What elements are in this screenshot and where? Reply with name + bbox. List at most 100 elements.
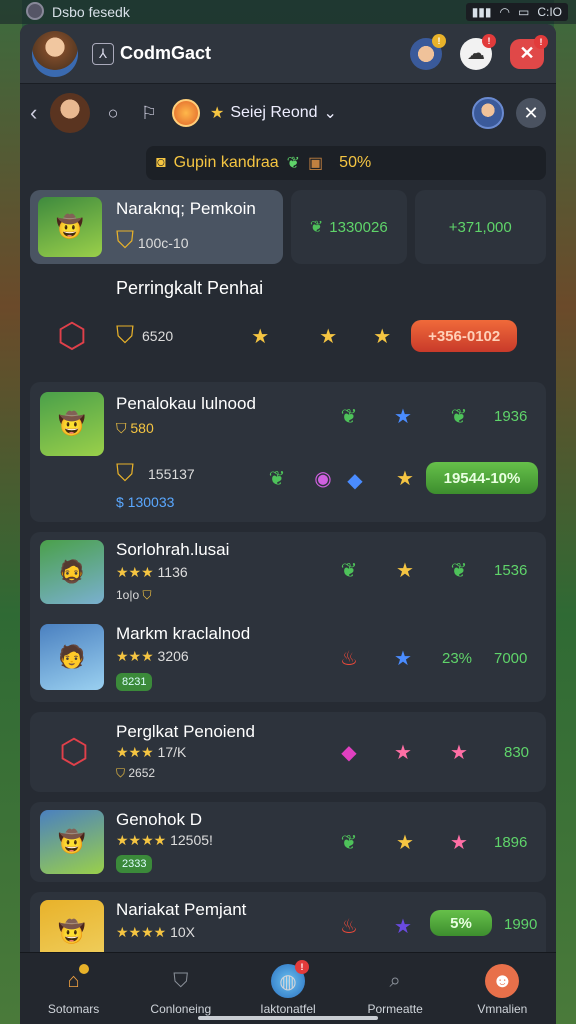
header: ⅄ CodmGact ! ☁ ! ✕ ! <box>20 24 556 84</box>
player-stars: ★★★★ 10X <box>116 924 196 940</box>
nav-item-profile[interactable]: ☻ Vmnalien <box>452 964 552 1016</box>
sub-toolbar: ‹ ○ ⚐ ★ Seiej Reond ⌄ ✕ <box>20 84 556 142</box>
leaf-icon: ❦ <box>309 219 324 236</box>
star-icon: ★ <box>394 742 412 764</box>
star-icon: ★ <box>450 742 468 764</box>
rank-section: Perringkalt Penhai ⬡ ⛉ 6520 ★ ★ ★ +356-0… <box>30 264 546 372</box>
app-title: CodmGact <box>120 43 212 63</box>
fire-icon: ♨ <box>340 648 358 670</box>
status-bar: Dsbo fesedk ▮▮▮ ◠ ▭ C:IO <box>0 0 576 24</box>
star-icon: ★ <box>394 406 412 428</box>
player-avatar: 🤠 <box>40 810 104 874</box>
status-app-icon <box>26 2 44 20</box>
top-player-avatar: 🤠 <box>38 197 102 257</box>
wifi-icon: ◠ <box>499 5 510 19</box>
promo-label: Gupin kandraa <box>173 154 279 171</box>
top-stat-card-2: +371,000 <box>414 190 546 264</box>
player-avatar[interactable]: 🧔 <box>40 540 104 604</box>
nav-item-home[interactable]: ⌂ Sotomars <box>24 964 124 1016</box>
rank-reward-pill[interactable]: +356-0102 <box>411 320 518 352</box>
chest-icon: ▣ <box>308 155 324 172</box>
star-icon: ★ <box>210 105 225 122</box>
close-panel-button[interactable]: ✕ <box>516 98 546 128</box>
player-secondary: 1o|o ⛉ <box>116 588 152 602</box>
nav-label: Iaktonatfel <box>260 1002 316 1016</box>
leaf-icon: ❦ <box>450 406 468 428</box>
flag-icon[interactable]: ⚐ <box>136 100 162 126</box>
player-value: 7000 <box>494 650 528 667</box>
nav-label: Sotomars <box>47 1002 100 1016</box>
player-percent-pill: 5% <box>430 910 492 936</box>
subbar-avatar[interactable] <box>50 93 90 133</box>
leaf-icon: ❦ <box>340 406 358 428</box>
search-icon: ⌕ <box>389 969 401 992</box>
nav-item-search[interactable]: ⌕ Pormeatte <box>345 964 445 1017</box>
player-avatar: 🤠 <box>40 392 104 456</box>
status-icons: ▮▮▮ ◠ ▭ C:IO <box>465 3 568 21</box>
profile-icon: ☻ <box>485 964 520 998</box>
star-icon: ★ <box>373 325 392 348</box>
friends-button[interactable]: ! <box>410 33 446 70</box>
nav-label: Vmnalien <box>477 1002 528 1016</box>
player-card[interactable]: 🤠 Genohok D ★★★★ 12505! 2333 ❦ ★ ★ 1896 <box>30 802 546 882</box>
player-name: Genohok D <box>116 810 202 829</box>
top-player-card[interactable]: 🤠 Naraknq; Pemkoin ⛉ 100c-10 <box>30 190 284 264</box>
player-name: Perglkat Penoiend <box>116 722 255 741</box>
star-icon: ★ <box>396 468 414 490</box>
candy-icon: ◉ <box>314 468 332 490</box>
refresh-icon[interactable]: ○ <box>100 100 126 126</box>
chevron-down-icon: ⌄ <box>323 105 337 122</box>
player-badge: 8231 <box>116 672 153 691</box>
top-stat-card-1: ❦ 1330026 <box>291 190 407 264</box>
star-icon: ★ <box>450 832 468 854</box>
opponent-avatar[interactable] <box>472 97 504 129</box>
star-icon: ★ <box>319 325 338 348</box>
shield-icon: ⛉ <box>173 969 189 992</box>
season-label: Seiej Reond <box>230 104 318 121</box>
rank-emblem-icon: ⬡ <box>59 733 89 771</box>
home-indicator[interactable] <box>198 1016 378 1020</box>
player-avatar[interactable] <box>32 30 78 77</box>
friends-badge: ! <box>432 33 446 48</box>
shield-icon: ⛉ <box>116 322 134 349</box>
player-avatar[interactable]: 🧑 <box>40 624 104 690</box>
close-button[interactable]: ✕ ! <box>510 34 548 69</box>
back-arrow-icon[interactable]: ‹ <box>30 100 46 126</box>
nav-item-shield[interactable]: ⛉ Conloneing <box>131 964 231 1017</box>
player-name: Penalokau lulnood <box>116 394 256 413</box>
nav-label: Conloneing <box>150 1002 212 1016</box>
player-card-group: 🧔 Sorlohrah.lusai ★★★ 1136 1o|o ⛉ ❦ ★ ❦ … <box>30 532 546 702</box>
player-percent: 23% <box>442 650 473 667</box>
player-secondary: ⛉ 2652 <box>116 766 156 780</box>
bottom-nav: ⌂ Sotomars ⛉ Conloneing ◍! Iaktonatfel ⌕… <box>20 952 556 1024</box>
star-icon: ★ <box>394 916 412 938</box>
top-player-score: 100c-10 <box>137 235 189 251</box>
star-icon: ★ <box>251 325 270 348</box>
leaf-icon: ❦ <box>286 155 301 172</box>
star-icon: ★ <box>396 832 414 854</box>
player-value: 1936 <box>494 408 528 425</box>
player-card[interactable]: ⬡ Perglkat Penoiend ★★★ 17/K ⛉ 2652 ◆ ★ … <box>30 712 546 792</box>
rank-score: 6520 <box>142 328 174 344</box>
top-player-name: Naraknq; Pemkoin <box>116 199 256 218</box>
home-icon: ⌂ <box>57 964 91 998</box>
player-card[interactable]: 🤠 Penalokau lulnood ⛉ 580 ❦ ★ ❦ 1936 ⛉ 1… <box>30 382 546 522</box>
season-selector[interactable]: ★ Seiej Reond ⌄ <box>210 103 337 123</box>
player-name: Markm kraclalnod <box>116 624 251 643</box>
top-stats-row: 🤠 Naraknq; Pemkoin ⛉ 100c-10 ❦ 1330026 +… <box>30 190 546 264</box>
star-icon: ★ <box>394 648 412 670</box>
player-score: 155137 <box>148 466 195 482</box>
player-value: 1990 <box>504 916 538 933</box>
close-icon: ✕ <box>519 43 535 63</box>
nav-label: Pormeatte <box>367 1002 423 1016</box>
status-time: C:IO <box>537 5 562 19</box>
player-reward-pill[interactable]: 19544-10% <box>426 462 538 494</box>
chat-icon: ☁ <box>467 43 485 63</box>
chat-button[interactable]: ☁ ! <box>460 33 496 70</box>
nav-item-globe[interactable]: ◍! Iaktonatfel <box>238 960 338 1016</box>
promo-banner[interactable]: ◙ Gupin kandraa ❦ ▣ 50% <box>146 146 546 180</box>
rank-row: ⬡ ⛉ 6520 ★ ★ ★ +356-0102 <box>54 317 546 355</box>
leaf-icon: ❦ <box>340 560 358 582</box>
status-title: Dsbo fesedk <box>52 4 130 20</box>
leaderboard-list: 🤠 Naraknq; Pemkoin ⛉ 100c-10 ❦ 1330026 +… <box>20 190 556 972</box>
